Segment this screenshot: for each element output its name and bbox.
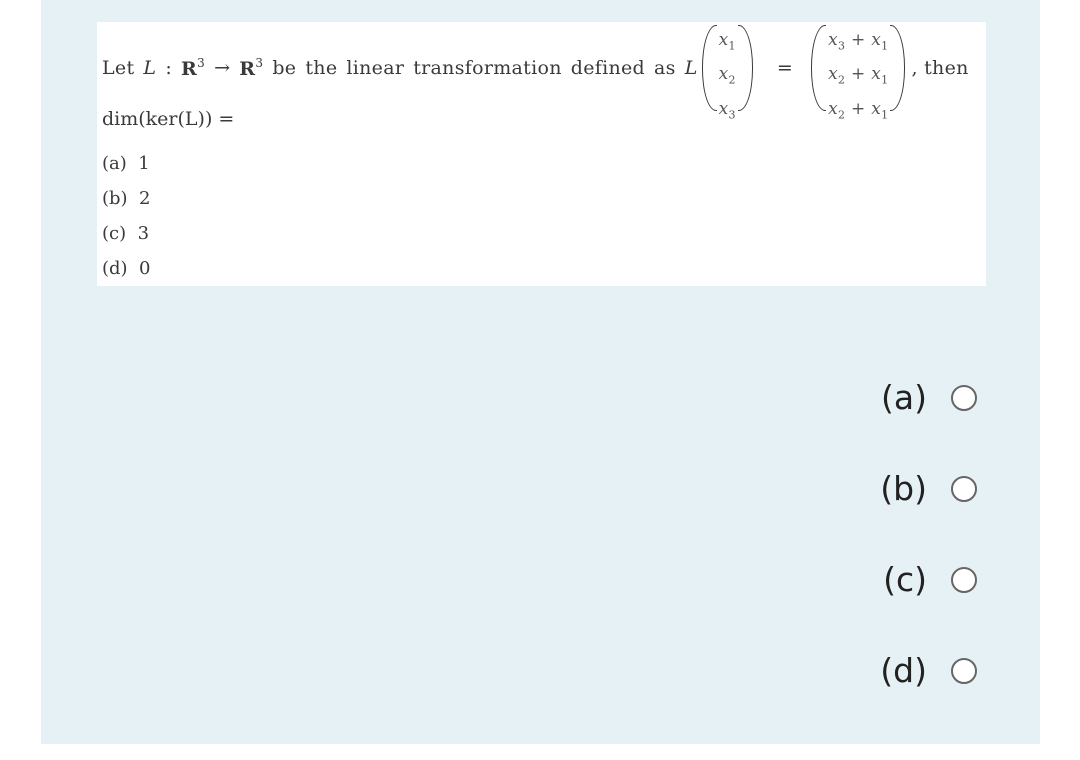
question-statement: Let L : R3 → R3 be the linear transforma… <box>102 22 986 121</box>
answer-label: (b) <box>880 469 927 508</box>
output-entry: x2 + x1 <box>828 98 889 122</box>
colon: : <box>165 57 173 79</box>
radio-button-d[interactable] <box>951 657 977 684</box>
radio-button-b[interactable] <box>951 475 977 502</box>
input-entry: x3 <box>718 98 736 122</box>
equals-sign: = <box>776 57 794 79</box>
option-label: (d) <box>102 258 128 279</box>
answer-label: (c) <box>883 560 927 599</box>
word-linear: linear <box>346 57 405 79</box>
option-b: (b) 2 <box>102 187 150 222</box>
option-value: 2 <box>139 188 151 209</box>
codomain-space: R3 <box>239 56 263 80</box>
option-c: (c) 3 <box>102 222 150 257</box>
answer-c[interactable]: (c) <box>851 534 977 625</box>
question-query: dim(ker(L)) = <box>102 108 235 130</box>
word-be: be <box>272 57 297 79</box>
input-entry: x1 <box>718 30 736 53</box>
option-label: (a) <box>102 153 127 174</box>
option-value: 3 <box>137 223 150 244</box>
output-vector-entries: x3 + x1 x2 + x1 x2 + x1 <box>826 26 890 121</box>
answer-radio-group: (a) (b) (c) (d) <box>851 352 977 716</box>
radio-button-c[interactable] <box>951 566 977 593</box>
right-paren <box>737 25 753 111</box>
answer-a[interactable]: (a) <box>851 352 977 443</box>
domain-space: R3 <box>181 56 205 80</box>
word-the: the <box>305 57 338 79</box>
answer-d[interactable]: (d) <box>851 625 977 716</box>
symbol-L-applied: L <box>684 57 698 79</box>
option-value: 1 <box>138 153 150 174</box>
left-paren <box>701 25 717 111</box>
input-vector-entries: x1 x2 x3 <box>717 26 738 121</box>
word-as: as <box>654 57 676 79</box>
word-let: Let <box>102 57 135 79</box>
codomain-exponent: 3 <box>255 56 264 70</box>
right-paren <box>890 25 906 111</box>
radio-button-a[interactable] <box>951 384 977 411</box>
left-paren <box>811 25 827 111</box>
output-vector: x3 + x1 x2 + x1 x2 + x1 <box>811 24 906 121</box>
codomain-R: R <box>239 58 256 80</box>
option-label: (b) <box>102 188 128 209</box>
symbol-L: L <box>143 57 157 79</box>
option-d: (d) 0 <box>102 257 150 292</box>
input-vector: x1 x2 x3 <box>701 24 753 121</box>
option-list: (a) 1 (b) 2 (c) 3 (d) 0 <box>102 152 150 292</box>
question-card: Let L : R3 → R3 be the linear transforma… <box>41 0 1040 744</box>
answer-b[interactable]: (b) <box>851 443 977 534</box>
arrow: → <box>214 57 231 79</box>
output-entry: x2 + x1 <box>828 64 889 87</box>
word-defined: defined <box>570 57 646 79</box>
suffix-then: , then <box>911 57 969 79</box>
option-value: 0 <box>139 258 151 279</box>
word-transformation: transformation <box>413 57 562 79</box>
input-entry: x2 <box>718 64 736 87</box>
domain-R: R <box>181 58 198 80</box>
option-label: (c) <box>102 223 127 244</box>
answer-label: (a) <box>881 378 927 417</box>
output-entry: x3 + x1 <box>828 30 889 53</box>
answer-label: (d) <box>880 651 927 690</box>
domain-exponent: 3 <box>197 56 206 70</box>
option-a: (a) 1 <box>102 152 150 187</box>
question-image: Let L : R3 → R3 be the linear transforma… <box>97 22 986 286</box>
